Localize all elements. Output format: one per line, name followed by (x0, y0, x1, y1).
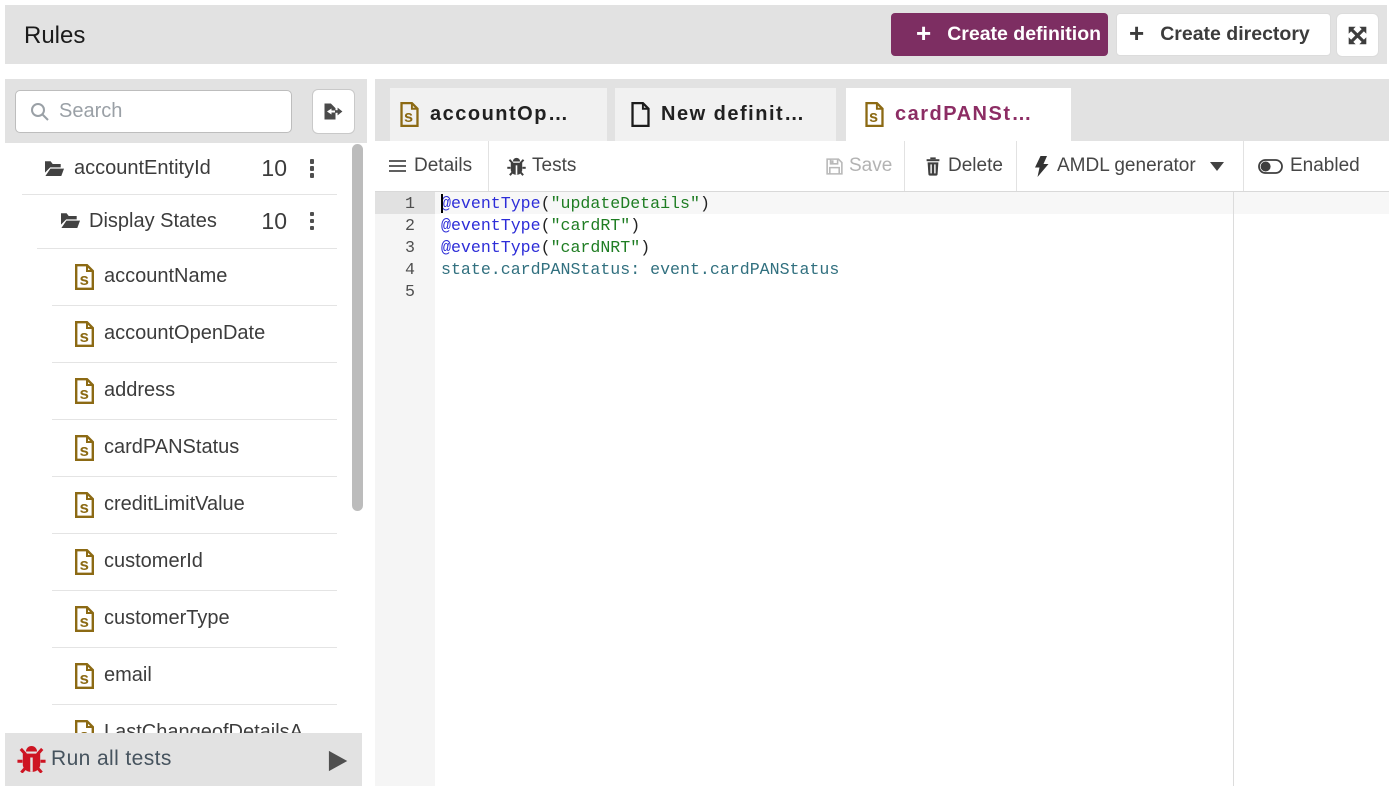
svg-text:s: s (79, 555, 88, 574)
svg-text:s: s (79, 384, 88, 403)
svg-text:s: s (79, 726, 88, 734)
svg-text:s: s (79, 612, 88, 631)
svg-text:s: s (79, 270, 88, 289)
svg-text:s: s (404, 108, 415, 126)
svg-text:s: s (79, 441, 88, 460)
svg-text:s: s (869, 108, 880, 126)
svg-text:s: s (79, 669, 88, 688)
svg-text:s: s (79, 327, 88, 346)
svg-text:s: s (79, 498, 88, 517)
